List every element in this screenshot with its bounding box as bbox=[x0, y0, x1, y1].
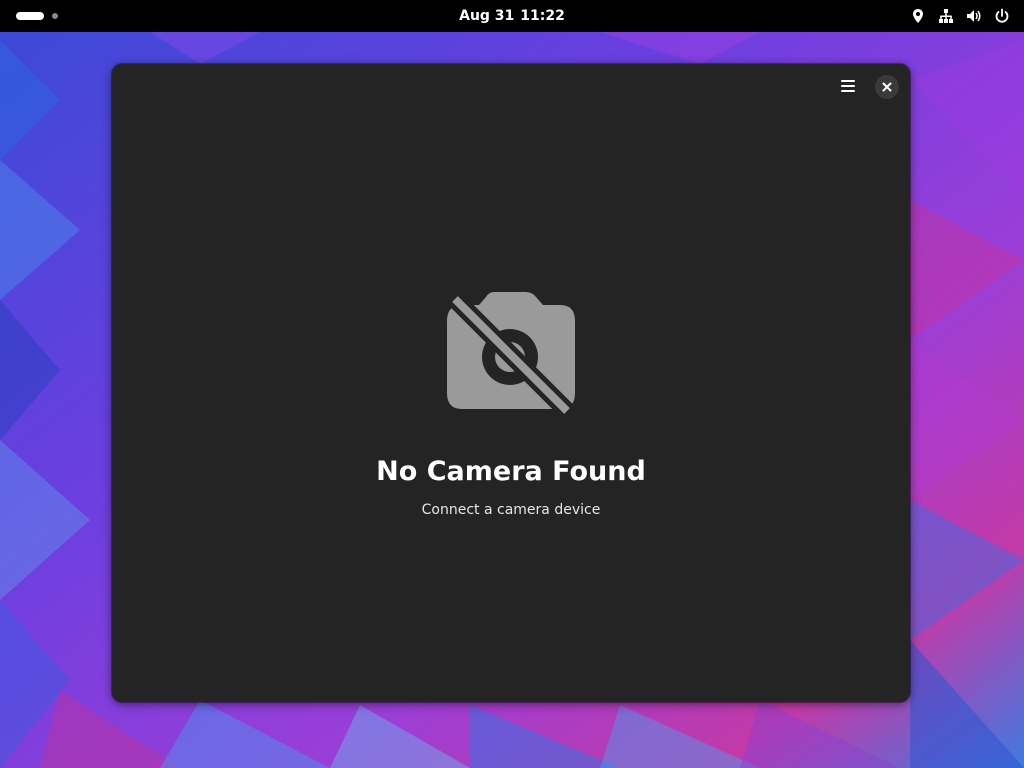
status-description: Connect a camera device bbox=[421, 502, 601, 518]
clock[interactable]: Aug 31 11:22 bbox=[0, 0, 1024, 32]
desktop: Aug 31 11:22 No Camera Found Connect a c… bbox=[0, 0, 1024, 768]
top-bar: Aug 31 11:22 bbox=[0, 0, 1024, 32]
power-icon bbox=[995, 8, 1009, 23]
status-title: No Camera Found bbox=[376, 456, 646, 487]
status-page: No Camera Found Connect a camera device bbox=[112, 64, 910, 702]
volume-icon bbox=[967, 10, 981, 22]
location-icon bbox=[913, 9, 923, 23]
camera-disabled-icon bbox=[447, 292, 575, 417]
clock-date: Aug 31 bbox=[459, 8, 515, 24]
camera-app-window: No Camera Found Connect a camera device bbox=[112, 64, 910, 702]
network-icon bbox=[939, 9, 953, 23]
clock-time: 11:22 bbox=[520, 8, 565, 24]
system-status-area[interactable] bbox=[910, 0, 1010, 32]
